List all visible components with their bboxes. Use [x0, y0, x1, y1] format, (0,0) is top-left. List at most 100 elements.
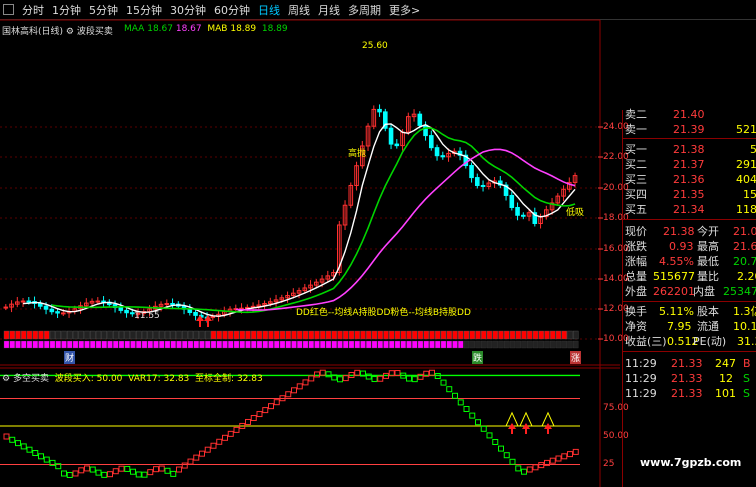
- status-strip-cell: [176, 340, 182, 349]
- divider: [623, 351, 756, 352]
- status-strip-cell: [377, 330, 383, 340]
- status-strip-cell: [320, 330, 326, 340]
- candle-body: [49, 308, 55, 313]
- status-strip-cell: [113, 330, 119, 340]
- status-strip-cell: [458, 340, 464, 349]
- status-strip-cell: [187, 330, 194, 340]
- status-strip-cell: [297, 330, 303, 340]
- status-strip-cell: [38, 340, 44, 349]
- osc-box: [291, 387, 297, 394]
- status-strip-cell: [239, 330, 245, 340]
- lock-label: 至标全制: [195, 374, 232, 384]
- order-row-sell: 卖一 21.39 521: [625, 123, 756, 136]
- stat-row: 涨幅4.55% 最低20.70: [625, 255, 756, 268]
- status-strip-cell: [561, 340, 567, 349]
- status-strip-cell: [279, 330, 286, 340]
- osc-box: [153, 466, 159, 473]
- osc-box: [337, 376, 343, 383]
- status-strip-cell: [239, 340, 245, 349]
- osc-box: [222, 434, 228, 441]
- osc-box: [147, 469, 154, 476]
- osc-box: [440, 379, 447, 386]
- ma-green-line: [51, 127, 576, 314]
- status-strip-cell: [49, 340, 56, 349]
- fall-marker[interactable]: 跌: [472, 351, 484, 364]
- status-strip-cell: [78, 330, 84, 340]
- status-strip-cell: [314, 340, 320, 349]
- candle-body: [423, 124, 428, 137]
- status-strip-cell: [216, 340, 222, 349]
- status-strip-cell: [222, 330, 228, 340]
- status-strip-cell: [481, 330, 487, 340]
- finance-marker[interactable]: 财: [64, 351, 76, 364]
- candle-body: [61, 312, 66, 315]
- status-strip-cell: [527, 330, 533, 340]
- stat-row: 外盘262201 内盘253476: [625, 285, 756, 298]
- osc-box: [9, 436, 16, 443]
- status-strip-cell: [268, 330, 274, 340]
- status-strip-cell: [205, 340, 211, 349]
- status-strip-cell: [383, 340, 389, 349]
- osc-box: [20, 443, 27, 450]
- osc-box: [515, 465, 522, 472]
- status-strip-cell: [308, 330, 314, 340]
- status-strip-cell: [463, 340, 470, 349]
- status-strip-cell: [417, 330, 424, 340]
- osc-box: [452, 392, 458, 399]
- osc-box: [285, 391, 292, 398]
- status-strip-cell: [354, 330, 360, 340]
- status-strip-cell: [371, 330, 378, 340]
- osc-box: [429, 369, 435, 376]
- osc-box: [89, 466, 96, 473]
- rise-marker[interactable]: 涨: [570, 351, 582, 364]
- status-strip-cell: [124, 340, 130, 349]
- osc-box: [457, 399, 464, 406]
- status-strip-cell: [55, 330, 61, 340]
- status-strip-cell: [429, 330, 435, 340]
- candle-body: [417, 113, 423, 126]
- status-strip-cell: [360, 330, 366, 340]
- status-strip-cell: [544, 330, 550, 340]
- sub-indicator-name[interactable]: 多空买卖: [13, 374, 49, 384]
- status-strip-cell: [486, 340, 493, 349]
- osc-box: [84, 465, 90, 472]
- status-strip-cell: [573, 340, 579, 349]
- status-strip-cell: [504, 330, 510, 340]
- status-strip-cell: [107, 340, 113, 349]
- status-strip-cell: [159, 340, 165, 349]
- status-strip-cell: [394, 340, 401, 349]
- sub-tick: 25: [603, 459, 615, 469]
- status-strip-cell: [15, 330, 21, 340]
- osc-box: [124, 465, 131, 472]
- status-strip-cell: [521, 340, 527, 349]
- status-strip-cell: [435, 340, 441, 349]
- osc-box: [176, 466, 182, 473]
- var-value: 32.83: [163, 374, 190, 384]
- status-strip-cell: [130, 330, 136, 340]
- osc-box: [475, 419, 481, 426]
- status-strip-cell: [124, 330, 130, 340]
- candle-body: [95, 300, 101, 303]
- status-strip-cell: [486, 330, 493, 340]
- status-strip-cell: [49, 330, 56, 340]
- status-strip-cell: [153, 330, 159, 340]
- status-strip-cell: [567, 330, 573, 340]
- osc-box: [101, 471, 108, 478]
- status-strip-cell: [325, 340, 332, 349]
- osc-box: [72, 470, 79, 477]
- status-strip-cell: [72, 340, 79, 349]
- status-strip-cell: [26, 340, 33, 349]
- status-strip-cell: [3, 340, 10, 349]
- status-strip-cell: [389, 340, 395, 349]
- settings-icon[interactable]: ⚙: [2, 374, 10, 384]
- stat-row: 净资7.95 流通10.1亿: [625, 320, 756, 333]
- osc-box: [555, 455, 562, 462]
- status-strip-cell: [561, 330, 567, 340]
- status-strip-cell: [423, 340, 429, 349]
- osc-box: [371, 376, 378, 383]
- status-strip-cell: [555, 330, 562, 340]
- status-strip-cell: [274, 330, 280, 340]
- status-strip-cell: [176, 330, 182, 340]
- status-strip-cell: [331, 330, 337, 340]
- status-strip-cell: [308, 340, 314, 349]
